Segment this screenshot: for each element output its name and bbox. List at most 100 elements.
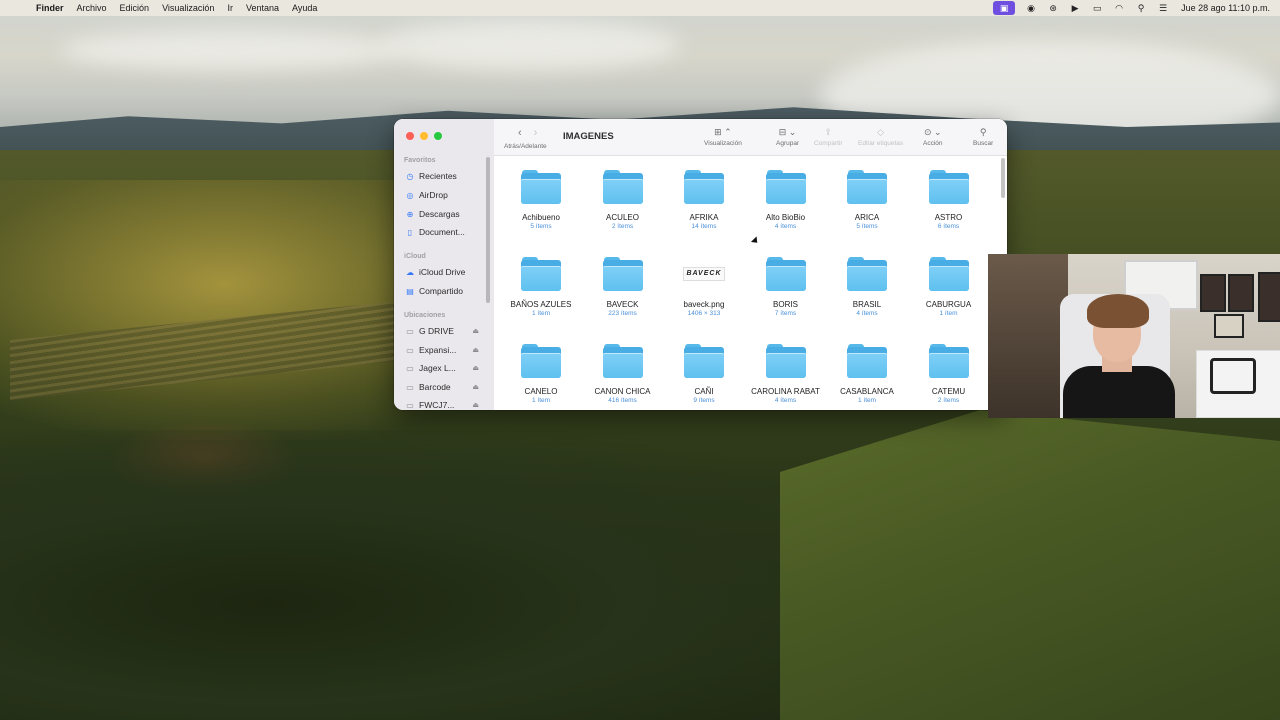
sidebar-item-expansion[interactable]: ▭ Expansi... ⏏ <box>405 345 489 355</box>
folder-icon <box>765 257 806 291</box>
sidebar-item-label: Expansi... <box>419 345 457 355</box>
sidebar-item-airdrop[interactable]: ◎ AirDrop <box>405 190 489 200</box>
edit-tags-button[interactable]: ◇ Editar etiquetas <box>858 127 903 147</box>
minimize-window-button[interactable] <box>420 132 428 140</box>
file-grid: Achibueno 5 ítems ACULEO 2 ítems AFRIKA 14 ít… <box>494 156 1007 410</box>
item-name: BRASIL <box>852 300 882 309</box>
nav-label: Atrás/Adelante <box>504 143 547 150</box>
item-name: baveck.png <box>683 300 725 309</box>
forward-button[interactable]: › <box>534 127 538 139</box>
item-name: CABURGUA <box>925 300 972 309</box>
sidebar-item-compartido[interactable]: ▤ Compartido <box>405 286 489 296</box>
action-label: Acción <box>923 140 943 147</box>
item-meta: 2 ítems <box>611 223 634 230</box>
eject-icon[interactable]: ⏏ <box>472 364 479 372</box>
spotlight-search-icon[interactable]: ⚲ <box>1135 3 1147 14</box>
folder-icon <box>765 170 806 204</box>
sidebar-item-icloud-drive[interactable]: ☁ iCloud Drive <box>405 267 489 277</box>
eject-icon[interactable]: ⏏ <box>472 327 479 335</box>
navigation-buttons: ‹ › <box>518 127 537 139</box>
folder-icon <box>928 170 969 204</box>
folder-icon <box>928 344 969 378</box>
menu-visualizacion[interactable]: Visualización <box>162 3 214 13</box>
menu-ir[interactable]: Ir <box>227 3 233 13</box>
folder-item[interactable]: Achibueno 5 ítems <box>501 170 581 230</box>
menu-finder[interactable]: Finder <box>36 3 64 13</box>
downloads-icon: ⊕ <box>406 209 414 219</box>
menu-edicion[interactable]: Edición <box>120 3 150 13</box>
item-meta: 416 ítems <box>608 397 637 404</box>
folder-icon <box>765 344 806 378</box>
sidebar-scrollbar[interactable] <box>486 157 490 303</box>
folder-item[interactable]: ASTRO 6 ítems <box>909 170 989 230</box>
status-area: ▣ ◉ ⊛ ▶ ▭ ◠ ⚲ ☰ Jue 28 ago 11:10 p.m. <box>993 0 1270 16</box>
group-button[interactable]: ⊟ ⌄ Agrupar <box>776 127 799 147</box>
folder-item[interactable]: CANON CHICA 416 ítems <box>583 344 663 404</box>
drive-icon: ▭ <box>406 345 414 355</box>
folder-item[interactable]: BAÑOS AZULES 1 ítem <box>501 257 581 317</box>
folder-item[interactable]: BORIS 7 ítems <box>746 257 826 317</box>
airdrop-icon: ◎ <box>406 190 414 200</box>
folder-icon <box>928 257 969 291</box>
share-button[interactable]: ⇪ Compartir <box>814 127 843 147</box>
battery-icon[interactable]: ▭ <box>1091 3 1103 14</box>
folder-item[interactable]: CATEMU 2 ítems <box>909 344 989 404</box>
app-c-icon[interactable]: ◉ <box>1025 3 1037 14</box>
sidebar-item-documentos[interactable]: ▯ Document... <box>405 227 489 237</box>
item-meta: 1 ítem <box>857 397 877 404</box>
folder-item[interactable]: CABURGUA 1 ítem <box>909 257 989 317</box>
close-window-button[interactable] <box>406 132 414 140</box>
zoom-window-button[interactable] <box>434 132 442 140</box>
sidebar-item-descargas[interactable]: ⊕ Descargas <box>405 209 489 219</box>
folder-item[interactable]: ACULEO 2 ítems <box>583 170 663 230</box>
folder-item[interactable]: Alto BioBio 4 ítems <box>746 170 826 230</box>
folder-icon <box>521 170 561 204</box>
item-meta: 1 ítem <box>939 310 958 317</box>
folder-item[interactable]: AFRIKA 14 ítems <box>664 170 744 230</box>
folder-item[interactable]: CASABLANCA 1 ítem <box>827 344 907 404</box>
folder-icon <box>847 170 887 204</box>
item-meta: 4 ítems <box>856 310 878 317</box>
wifi-icon[interactable]: ◠ <box>1113 3 1125 14</box>
tag-icon: ◇ <box>877 127 885 137</box>
menubar-clock[interactable]: Jue 28 ago 11:10 p.m. <box>1181 3 1270 13</box>
folder-item[interactable]: CANELO 1 ítem <box>501 344 581 404</box>
sidebar-item-label: G DRIVE <box>419 326 454 336</box>
app-badge-icon[interactable]: ⊛ <box>1047 3 1059 14</box>
item-name: Alto BioBio <box>765 213 806 222</box>
content-scrollbar[interactable] <box>1001 158 1005 198</box>
action-button[interactable]: ⊙ ⌄ Acción <box>923 127 943 147</box>
sidebar-section-icloud: iCloud <box>404 253 426 260</box>
sidebar-item-fwcj7[interactable]: ▭ FWCJ7... ⏏ <box>405 400 489 410</box>
folder-item[interactable]: CAROLINA RABAT 4 ítems <box>746 344 826 404</box>
folder-item[interactable]: ARICA 5 ítems <box>827 170 907 230</box>
play-icon[interactable]: ▶ <box>1069 3 1081 14</box>
file-item[interactable]: BAVECK baveck.png 1406 × 313 <box>664 257 744 317</box>
eject-icon[interactable]: ⏏ <box>472 383 479 391</box>
menu-archivo[interactable]: Archivo <box>77 3 107 13</box>
menu-ayuda[interactable]: Ayuda <box>292 3 317 13</box>
finder-window: Favoritos ◷ Recientes ◎ AirDrop ⊕ Descar… <box>394 119 1007 410</box>
item-name: CANON CHICA <box>594 387 651 396</box>
window-controls <box>406 132 442 140</box>
search-button[interactable]: ⚲ Buscar <box>973 127 993 147</box>
item-meta: 4 ítems <box>774 223 797 230</box>
cloud-icon: ☁ <box>406 267 414 277</box>
view-button[interactable]: ⊞ ⌃ Visualización <box>704 127 742 147</box>
sidebar-item-g-drive[interactable]: ▭ G DRIVE ⏏ <box>405 326 489 336</box>
folder-item[interactable]: BRASIL 4 ítems <box>827 257 907 317</box>
control-center-icon[interactable]: ☰ <box>1157 3 1169 14</box>
screen-record-icon[interactable]: ▣ <box>993 1 1016 15</box>
folder-item[interactable]: BAVECK 223 ítems <box>583 257 663 317</box>
eject-icon[interactable]: ⏏ <box>472 346 479 354</box>
sidebar-item-barcode[interactable]: ▭ Barcode ⏏ <box>405 382 489 392</box>
eject-icon[interactable]: ⏏ <box>472 401 479 409</box>
menu-ventana[interactable]: Ventana <box>246 3 279 13</box>
sidebar-item-jagex[interactable]: ▭ Jagex L... ⏏ <box>405 363 489 373</box>
item-name: ARICA <box>854 213 880 222</box>
sidebar-item-recientes[interactable]: ◷ Recientes <box>405 171 489 181</box>
sidebar-section-ubicaciones: Ubicaciones <box>404 312 446 319</box>
back-button[interactable]: ‹ <box>518 127 522 139</box>
webcam-overlay <box>988 254 1280 418</box>
folder-item[interactable]: CAÑI 9 ítems <box>664 344 744 404</box>
